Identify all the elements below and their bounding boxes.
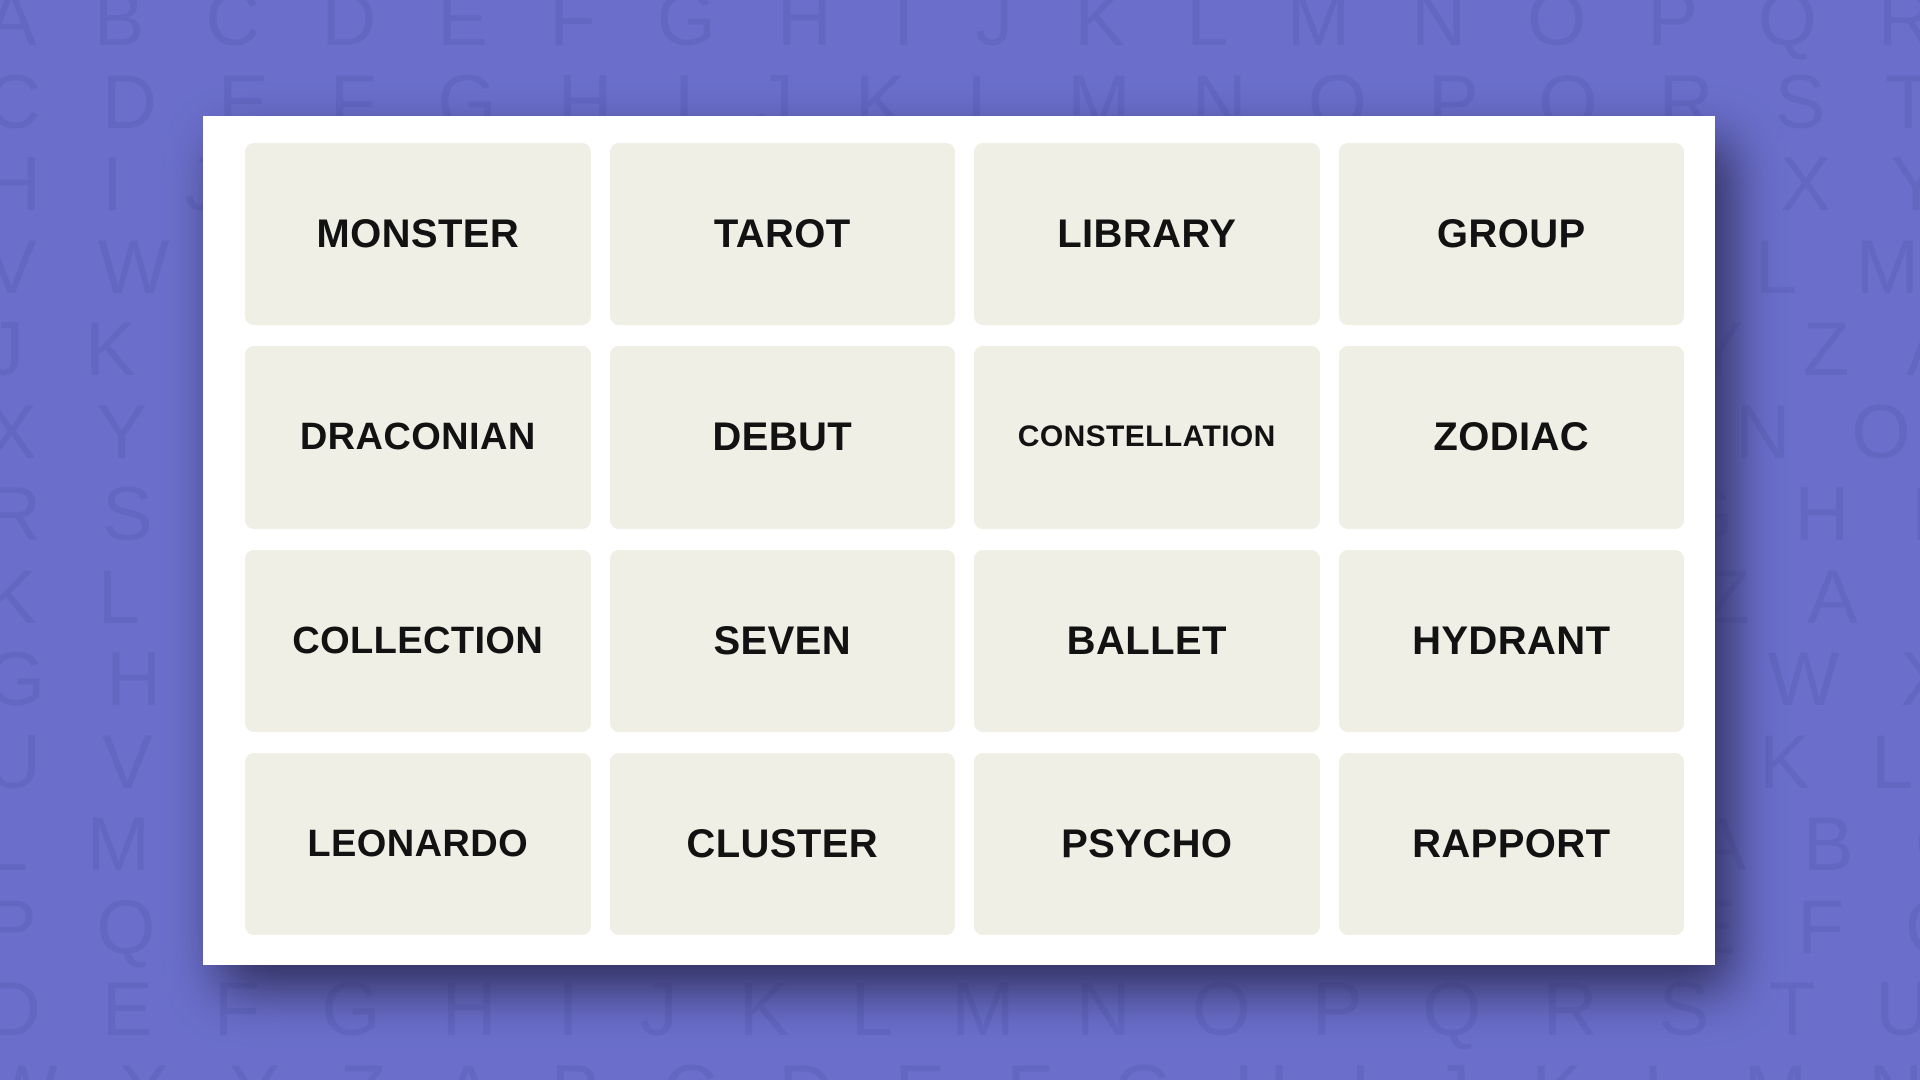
word-tile[interactable]: SEVEN [609, 549, 955, 732]
word-tile-label: CONSTELLATION [1017, 420, 1276, 454]
word-tile[interactable]: DRACONIAN [245, 346, 591, 529]
word-tile-label: TAROT [713, 212, 851, 257]
background-letter-row: A B C D E F G H I J K L M N O P Q R S T … [0, 0, 1920, 62]
word-tile[interactable]: BALLET [974, 549, 1320, 732]
word-tile[interactable]: LEONARDO [245, 752, 591, 935]
word-tile-label: LIBRARY [1057, 212, 1237, 257]
background-letter-row: W X Y Z A B C D E F G H I J K L M N O P … [0, 1054, 1920, 1080]
word-tile[interactable]: CONSTELLATION [974, 346, 1320, 529]
puzzle-card: MONSTER TAROT LIBRARY GROUP DRACONIAN DEBUT CO… [203, 116, 1715, 965]
word-tile-label: CLUSTER [686, 821, 879, 866]
word-tile[interactable]: TAROT [609, 143, 955, 326]
word-tile-label: DEBUT [712, 415, 853, 460]
word-tile[interactable]: CLUSTER [609, 752, 955, 935]
word-tile-label: MONSTER [316, 212, 520, 257]
word-tile-label: COLLECTION [292, 619, 544, 662]
word-tile-label: ZODIAC [1433, 415, 1590, 460]
word-tile-label: PSYCHO [1061, 821, 1233, 866]
word-tile[interactable]: DEBUT [609, 346, 955, 529]
word-tile[interactable]: RAPPORT [1338, 752, 1684, 935]
word-tile[interactable]: HYDRANT [1338, 549, 1684, 732]
word-tile[interactable]: PSYCHO [974, 752, 1320, 935]
word-tile-label: BALLET [1066, 618, 1227, 663]
word-tile-label: DRACONIAN [299, 416, 536, 459]
word-tile[interactable]: LIBRARY [974, 143, 1320, 326]
word-tile[interactable]: COLLECTION [245, 549, 591, 732]
word-tile[interactable]: GROUP [1338, 143, 1684, 326]
word-tile-grid: MONSTER TAROT LIBRARY GROUP DRACONIAN DEBUT CO… [245, 143, 1684, 935]
word-tile-label: LEONARDO [307, 822, 529, 865]
word-tile[interactable]: ZODIAC [1338, 346, 1684, 529]
word-tile-label: RAPPORT [1412, 821, 1611, 866]
word-tile-label: HYDRANT [1412, 618, 1611, 663]
word-tile-label: GROUP [1436, 212, 1586, 257]
word-tile-label: SEVEN [713, 618, 852, 663]
word-tile[interactable]: MONSTER [245, 143, 591, 326]
